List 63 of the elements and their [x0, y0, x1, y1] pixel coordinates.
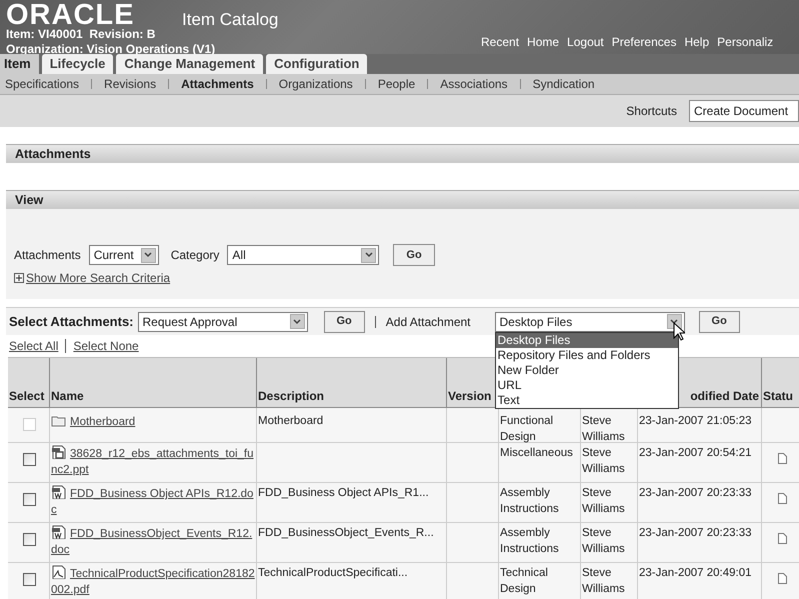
subtab[interactable]: People	[378, 75, 416, 93]
subtab[interactable]: Organizations	[278, 75, 353, 93]
global-link[interactable]: Preferences	[612, 33, 676, 51]
global-link[interactable]: Help	[684, 33, 710, 51]
add-attachment-dropdown[interactable]: Desktop Files	[494, 312, 685, 332]
select-none-link[interactable]: Select None	[73, 337, 139, 355]
show-more-link[interactable]: Show More Search Criteria	[26, 269, 170, 287]
category-dropdown[interactable]: All	[227, 245, 380, 265]
checkbox[interactable]	[22, 453, 36, 466]
go-button[interactable]: Go	[393, 244, 435, 266]
subtab[interactable]: Attachments	[181, 75, 254, 93]
tab[interactable]: Change Management	[116, 54, 264, 74]
select-attachments-dropdown[interactable]: Request Approval	[138, 312, 308, 332]
checkbox[interactable]	[22, 533, 36, 546]
tab[interactable]: Lifecycle	[42, 54, 114, 74]
file-link[interactable]: TechnicalProductSpecification28182002.pdf	[51, 565, 256, 598]
subtab[interactable]: Associations	[440, 75, 508, 93]
caret-icon	[361, 248, 376, 262]
page-title: Attachments	[6, 144, 799, 163]
caret-icon	[140, 248, 156, 262]
field-label: Attachments	[14, 247, 81, 264]
checkbox[interactable]	[22, 573, 36, 586]
attachments-dropdown[interactable]: Current	[88, 245, 159, 265]
column-header: odified Date	[690, 388, 759, 405]
column-header: Version	[448, 388, 492, 405]
dropdown-option[interactable]: New Folder	[496, 362, 678, 378]
expand-icon[interactable]	[14, 273, 24, 283]
table-cell: 23-Jan-2007 20:49:01	[638, 563, 762, 599]
shortcuts-label: Shortcuts	[626, 103, 677, 120]
go-button[interactable]: Go	[698, 310, 740, 332]
field-label: Add Attachment	[386, 314, 471, 330]
subtab[interactable]: Revisions	[104, 75, 156, 93]
table-cell: TechnicalProductSpecificati...	[257, 563, 447, 599]
column-header: Description	[258, 388, 324, 405]
app-title: Item Catalog	[182, 9, 278, 31]
column-header: Select	[9, 388, 44, 405]
dropdown-option[interactable]: Text	[496, 392, 678, 408]
dropdown-option[interactable]: URL	[496, 378, 678, 392]
field-label: Category	[170, 247, 220, 264]
file-link[interactable]: 38628_r12_ebs_attachments_toi_func2.ppt	[51, 445, 256, 478]
file-link[interactable]: FDD_Business Object APIs_R12.doc	[51, 485, 256, 518]
file-link[interactable]: FDD_BusinessObject_Events_R12.doc	[51, 525, 256, 558]
select-all-link[interactable]: Select All	[9, 337, 58, 355]
global-link[interactable]: Home	[527, 33, 560, 51]
global-link[interactable]: Recent	[481, 33, 520, 51]
dropdown-option[interactable]: Repository Files and Folders	[496, 348, 678, 362]
go-button[interactable]: Go	[324, 310, 365, 332]
tab[interactable]: Item	[0, 54, 39, 74]
section-header: View	[6, 190, 799, 209]
table-cell: Technical Design	[499, 563, 581, 599]
global-link[interactable]: Logout	[567, 33, 604, 51]
field-label: Select Attachments:	[9, 312, 134, 331]
global-link[interactable]: Personaliz	[717, 33, 774, 51]
checkbox[interactable]	[22, 493, 36, 506]
caret-icon	[290, 314, 304, 329]
dropdown-option[interactable]: Desktop Files	[496, 332, 678, 348]
column-header: Statu	[763, 388, 793, 405]
subtab[interactable]: Syndication	[532, 75, 595, 93]
shortcuts-dropdown[interactable]: Create Document	[689, 100, 799, 122]
table-cell: Steve Williams	[581, 563, 638, 599]
subtab[interactable]: Specifications	[5, 75, 80, 93]
column-header: Name	[51, 388, 84, 405]
tab[interactable]: Configuration	[266, 54, 368, 74]
